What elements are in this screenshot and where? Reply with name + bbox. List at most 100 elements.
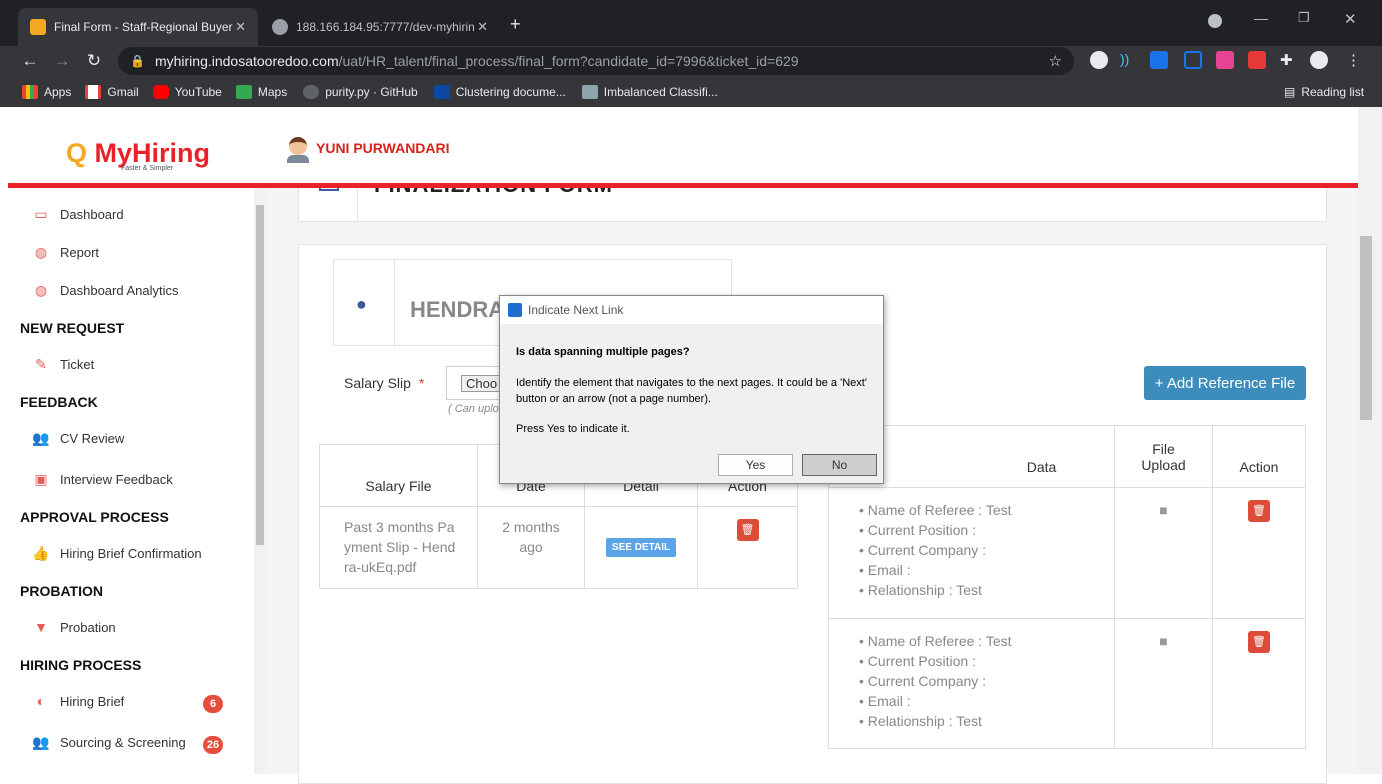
feedback-icon: ▣: [34, 471, 48, 487]
close-tab-icon[interactable]: ✕: [477, 19, 488, 35]
lock-icon: 🔒: [130, 54, 145, 68]
sidebar-item-label: Dashboard: [60, 207, 124, 222]
extension-icon[interactable]: )): [1120, 51, 1129, 69]
bookmark-clustering[interactable]: Clustering docume...: [433, 84, 566, 99]
user-name[interactable]: YUNI PURWANDARI: [316, 140, 450, 156]
folder-icon[interactable]: ■: [1159, 633, 1167, 649]
page-scrollbar[interactable]: [1358, 107, 1382, 774]
delete-icon[interactable]: 🗑: [1248, 500, 1270, 522]
extension-icon[interactable]: [1216, 51, 1234, 69]
reload-icon[interactable]: ↻: [82, 47, 106, 75]
profile-icon[interactable]: [1310, 51, 1328, 69]
list-item: • Relationship : Test: [859, 582, 982, 598]
forward-icon[interactable]: →: [50, 47, 74, 75]
no-button[interactable]: No: [802, 454, 877, 476]
bookmark-maps[interactable]: Maps: [235, 84, 287, 99]
see-detail-button[interactable]: SEE DETAIL: [605, 538, 677, 557]
tab-dev-myhiring[interactable]: 188.166.184.95:7777/dev-myhirin ✕: [260, 8, 500, 46]
apps-grid-icon: [22, 84, 38, 99]
url-path: /uat/HR_talent/final_process/final_form?…: [338, 53, 799, 69]
list-item: • Relationship : Test: [859, 713, 982, 729]
sidebar-item-ticket[interactable]: ✎ Ticket: [32, 356, 94, 373]
bookmark-github[interactable]: purity.py · GitHub: [303, 84, 418, 99]
dialog-title: Indicate Next Link: [528, 303, 624, 317]
reading-list-button[interactable]: ▤ Reading list: [1284, 85, 1364, 99]
list-item: • Current Company :: [859, 673, 987, 689]
sidebar-item-label: Dashboard Analytics: [60, 283, 179, 298]
profile-menu-icon[interactable]: [1208, 14, 1222, 28]
list-item: • Current Position :: [859, 522, 976, 538]
bookmark-label: Gmail: [107, 84, 139, 99]
delete-icon[interactable]: 🗑: [736, 519, 759, 541]
close-window-icon[interactable]: ✕: [1344, 10, 1357, 28]
tds-icon: [433, 84, 450, 99]
users-icon: 👥: [32, 430, 50, 446]
sidebar-item-dashboard-analytics[interactable]: ◍ Dashboard Analytics: [32, 282, 179, 299]
salary-date-cell: 2 months ago: [477, 506, 585, 589]
list-item: • Current Company :: [859, 542, 987, 558]
required-mark: *: [418, 375, 425, 391]
uipath-extension-icon[interactable]: [1184, 51, 1202, 69]
tab-final-form[interactable]: Final Form - Staff-Regional Buyer ✕: [18, 8, 258, 46]
page-scroll-thumb[interactable]: [1360, 236, 1372, 420]
sidebar-item-report[interactable]: ◍ Report: [32, 244, 99, 261]
sidebar-heading: APPROVAL PROCESS: [20, 509, 169, 525]
choose-file-button[interactable]: Choo: [461, 375, 503, 392]
sidebar-item-cv-review[interactable]: 👥 CV Review: [32, 430, 124, 447]
folder-icon[interactable]: ■: [1159, 502, 1167, 518]
bookmarks-bar: Apps Gmail YouTube Maps purity.py · GitH…: [0, 76, 1382, 107]
address-bar[interactable]: 🔒 myhiring.indosatooredoo.com/uat/HR_tal…: [118, 47, 1074, 75]
bookmark-label: Clustering docume...: [455, 84, 566, 99]
bookmark-apps[interactable]: Apps: [22, 84, 71, 99]
sidebar-heading: HIRING PROCESS: [20, 657, 142, 673]
sidebar-item-sourcing-screening[interactable]: 👥 Sourcing & Screening: [32, 734, 185, 751]
translate-extension-icon[interactable]: [1150, 51, 1168, 69]
kebab-menu-icon[interactable]: ⋮: [1346, 51, 1361, 69]
list-item: • Email :: [859, 693, 911, 709]
sidebar-item-probation[interactable]: ▼ Probation: [32, 619, 116, 635]
maps-icon: [235, 84, 252, 99]
col-header: Salary File: [319, 444, 478, 507]
close-tab-icon[interactable]: ✕: [235, 19, 246, 35]
yes-button[interactable]: Yes: [718, 454, 793, 476]
back-icon[interactable]: ←: [18, 47, 42, 75]
dialog-body: Identify the element that navigates to t…: [516, 377, 867, 405]
delete-icon[interactable]: 🗑: [1248, 631, 1270, 653]
bookmark-star-icon[interactable]: ☆: [1049, 52, 1062, 70]
salary-file-input[interactable]: Choo: [446, 366, 506, 400]
logo-text: MyHiring: [94, 138, 211, 168]
sidebar-scroll-thumb[interactable]: [256, 205, 264, 545]
add-reference-file-button[interactable]: + Add Reference File: [1144, 366, 1306, 400]
bookmark-imbalanced[interactable]: Imbalanced Classifi...: [581, 84, 718, 99]
new-tab-icon[interactable]: +: [510, 14, 521, 35]
bookmark-gmail[interactable]: Gmail: [85, 84, 139, 99]
extension-icon[interactable]: [1248, 51, 1266, 69]
salary-file-cell[interactable]: Past 3 months Payment Slip - Hendra-ukEq…: [319, 506, 478, 589]
page-icon: [581, 84, 598, 99]
sidebar-item-interview-feedback[interactable]: ▣ Interview Feedback: [32, 471, 173, 488]
sidebar-item-hiring-brief[interactable]: ◐ Hiring Brief: [32, 693, 125, 709]
col-header: Action: [1212, 425, 1306, 488]
sidebar-item-label: Interview Feedback: [60, 472, 173, 487]
bookmark-label: purity.py · GitHub: [325, 84, 418, 99]
dashboard-gauge-icon: ◍: [34, 282, 48, 298]
list-item: • Name of Referee : Test: [859, 633, 1012, 649]
sidebar-item-hiring-brief-confirmation[interactable]: 👍 Hiring Brief Confirmation: [32, 545, 201, 562]
list-item: • Name of Referee : Test: [859, 502, 1012, 518]
gmail-icon: [85, 84, 102, 99]
github-icon: [303, 84, 320, 99]
bookmark-youtube[interactable]: YouTube: [152, 84, 222, 99]
sidebar-item-label: Hiring Brief: [60, 693, 125, 709]
sidebar-item-label: CV Review: [60, 431, 125, 446]
dialog-titlebar[interactable]: Indicate Next Link: [500, 296, 883, 324]
extension-icon[interactable]: [1090, 51, 1108, 69]
minimize-icon[interactable]: —: [1254, 10, 1268, 26]
avatar[interactable]: [286, 133, 310, 163]
sidebar-item-dashboard[interactable]: ▭ Dashboard: [32, 206, 124, 223]
restore-icon[interactable]: ❐: [1298, 10, 1310, 26]
bookmark-label: YouTube: [174, 84, 222, 99]
sidebar-heading: PROBATION: [20, 583, 103, 599]
bookmark-label: Imbalanced Classifi...: [603, 84, 718, 99]
url-host: myhiring.indosatooredoo.com: [154, 53, 339, 69]
puzzle-extensions-icon[interactable]: ✚: [1280, 51, 1293, 69]
